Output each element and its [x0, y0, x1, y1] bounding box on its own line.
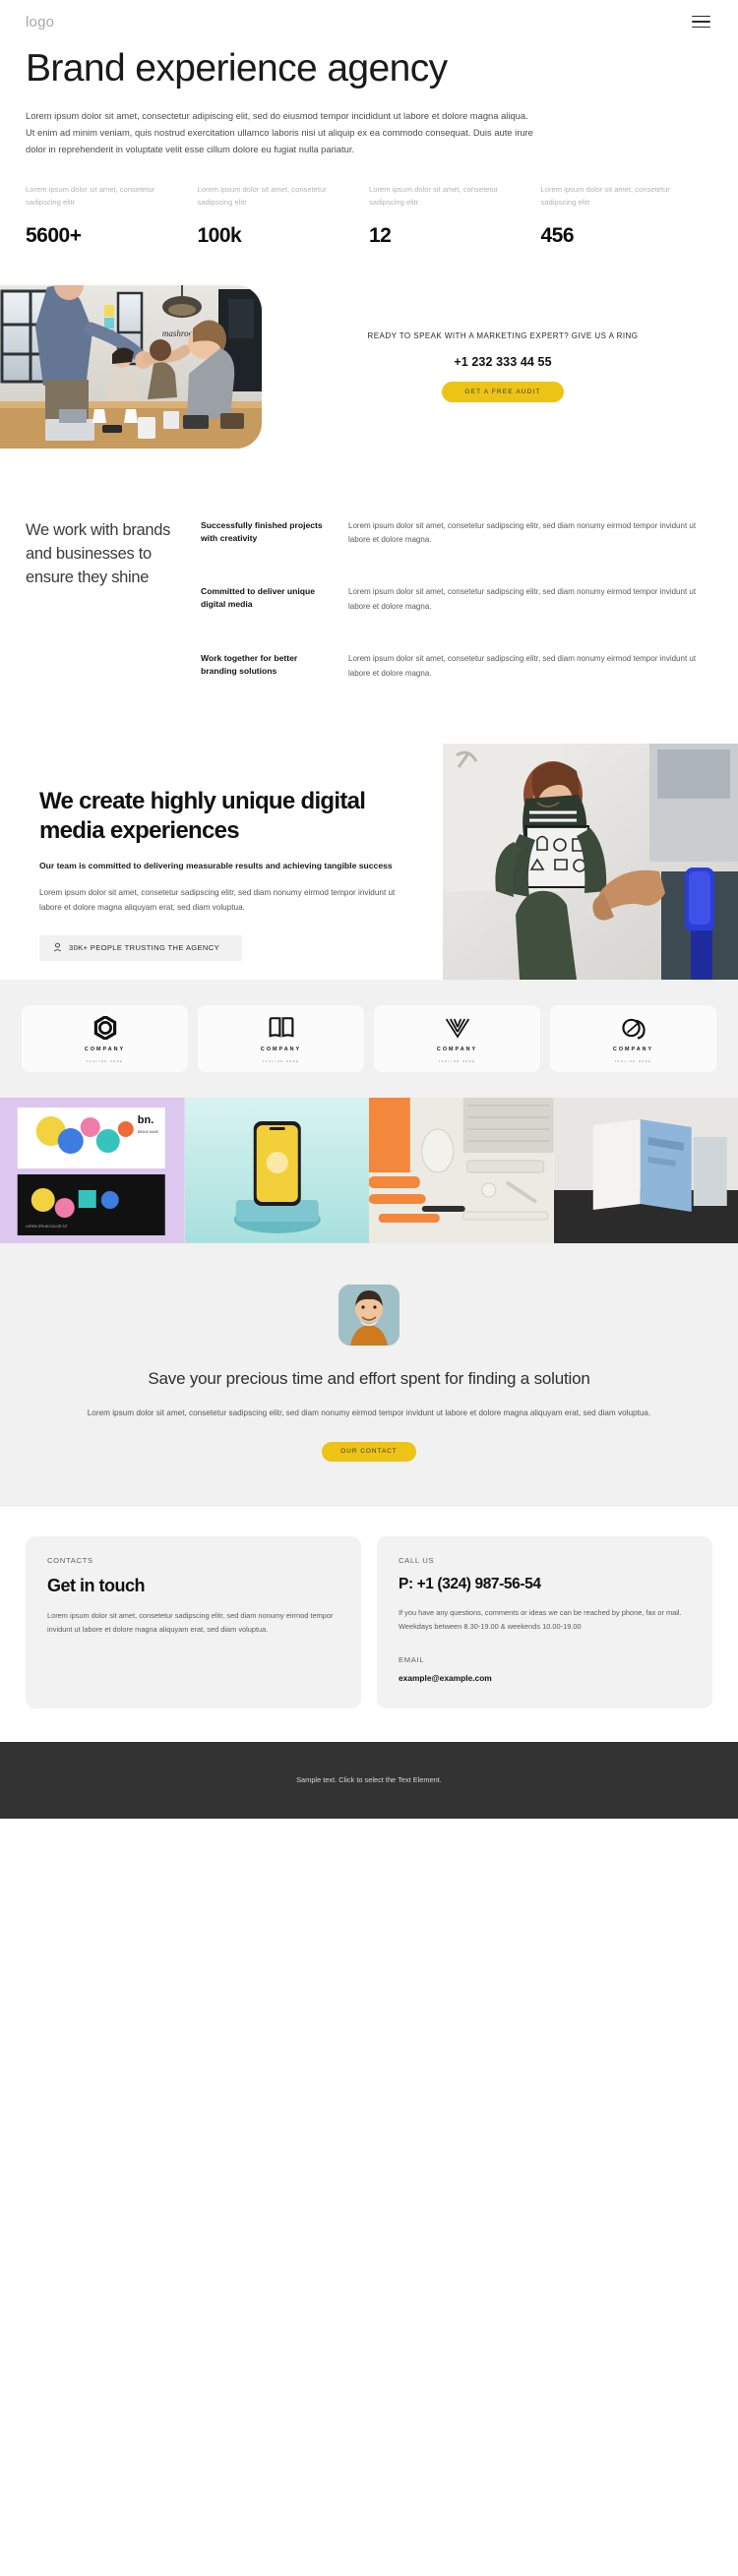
hero-section: Brand experience agency Lorem ipsum dolo… — [0, 43, 738, 158]
partner-logos-strip: COMPANY TAGLINE HERE COMPANY TAGLINE HER… — [0, 980, 738, 1099]
save-heading: Save your precious time and effort spent… — [148, 1369, 590, 1389]
avatar — [338, 1285, 400, 1347]
stats-row: Lorem ipsum dolor sit amet, consetetur s… — [0, 184, 738, 248]
gallery-item-brand-poster[interactable]: bn. BRAND NAME LOREM IPSUM DOLOR SIT — [0, 1098, 185, 1244]
work-with-item-description: Lorem ipsum dolor sit amet, consetetur s… — [348, 653, 697, 678]
save-time-section: Save your precious time and effort spent… — [0, 1243, 738, 1508]
logo-card[interactable]: COMPANY TAGLINE HERE — [22, 1005, 188, 1073]
create-body-text: Lorem ipsum dolor sit amet, consetetur s… — [39, 887, 396, 913]
contacts-body-text: Lorem ipsum dolor sit amet, consetetur s… — [47, 1611, 334, 1634]
stat-value: 456 — [540, 223, 575, 247]
stat-value: 5600+ — [26, 223, 82, 247]
logo[interactable]: logo — [26, 14, 54, 30]
work-with-item-title: Committed to deliver unique digital medi… — [201, 586, 316, 610]
open-book-logo-icon — [269, 1015, 294, 1041]
work-gallery: bn. BRAND NAME LOREM IPSUM DOLOR SIT — [0, 1098, 738, 1244]
contacts-card: CONTACTS Get in touch Lorem ipsum dolor … — [26, 1536, 361, 1708]
create-heading: We create highly unique digital media ex… — [39, 788, 366, 844]
hero-lead-text: Lorem ipsum dolor sit amet, consectetur … — [26, 109, 533, 155]
logo-tagline: TAGLINE HERE — [86, 1058, 124, 1063]
stat-caption: Lorem ipsum dolor sit amet, consetetur s… — [540, 184, 670, 207]
office-meeting-photo: mashroom6 — [0, 284, 262, 449]
work-with-section: We work with brands and businesses to en… — [0, 519, 738, 682]
work-with-item-description: Lorem ipsum dolor sit amet, consetetur s… — [348, 587, 697, 612]
logo-company-name: COMPANY — [436, 1046, 478, 1052]
work-with-item-title: Work together for better branding soluti… — [201, 652, 298, 676]
woman-sketchbook-photo — [443, 744, 738, 981]
logo-company-name: COMPANY — [260, 1046, 302, 1052]
trust-badge[interactable]: 30K+ PEOPLE TRUSTING THE AGENCY — [39, 934, 242, 961]
svg-text:BRAND NAME: BRAND NAME — [138, 1130, 158, 1134]
stat-value: 100k — [197, 223, 242, 247]
logo-company-name: COMPANY — [84, 1046, 126, 1052]
cta-phone-number[interactable]: +1 232 333 44 55 — [301, 355, 705, 369]
work-with-item-description: Lorem ipsum dolor sit amet, consetetur s… — [348, 520, 697, 545]
stat-caption: Lorem ipsum dolor sit amet, consetetur s… — [197, 184, 327, 207]
svg-text:LOREM IPSUM DOLOR SIT: LOREM IPSUM DOLOR SIT — [26, 1225, 68, 1228]
gallery-item-phone-mockup[interactable] — [184, 1098, 369, 1244]
contacts-label: CONTACTS — [47, 1556, 93, 1566]
stat-item: Lorem ipsum dolor sit amet, consetetur s… — [369, 184, 541, 248]
stat-item: Lorem ipsum dolor sit amet, consetetur s… — [198, 184, 370, 248]
svg-text:bn.: bn. — [138, 1114, 154, 1126]
get-in-touch-title: Get in touch — [47, 1576, 146, 1596]
work-with-item: Successfully finished projects with crea… — [201, 519, 712, 549]
email-address[interactable]: example@example.com — [399, 1673, 691, 1683]
get-a-free-audit-button[interactable]: GET A FREE AUDIT — [442, 381, 564, 402]
logo-card[interactable]: COMPANY TAGLINE HERE — [374, 1005, 540, 1073]
create-text-column: We create highly unique digital media ex… — [0, 744, 443, 980]
email-label: EMAIL — [399, 1654, 425, 1664]
overlapping-circles-logo-icon — [621, 1015, 646, 1041]
stat-value: 12 — [369, 223, 392, 247]
footer-bar[interactable]: Sample text. Click to select the Text El… — [0, 1741, 738, 1819]
cta-kicker: READY TO SPEAK WITH A MARKETING EXPERT? … — [367, 331, 639, 341]
logo-tagline: TAGLINE HERE — [614, 1058, 652, 1063]
trust-badge-label: 30K+ PEOPLE TRUSTING THE AGENCY — [69, 943, 219, 953]
contact-section: CONTACTS Get in touch Lorem ipsum dolor … — [0, 1507, 738, 1741]
save-body-text: Lorem ipsum dolor sit amet, consetetur s… — [87, 1408, 651, 1417]
work-with-items: Successfully finished projects with crea… — [195, 519, 712, 682]
stat-item: Lorem ipsum dolor sit amet, consetetur s… — [26, 184, 198, 248]
call-us-phone[interactable]: P: +1 (324) 987-56-54 — [399, 1576, 691, 1593]
logo-card[interactable]: COMPANY TAGLINE HERE — [550, 1005, 716, 1073]
hamburger-menu-icon[interactable] — [692, 15, 710, 29]
work-with-item-title: Successfully finished projects with crea… — [201, 519, 323, 543]
work-with-item: Committed to deliver unique digital medi… — [201, 585, 712, 615]
gallery-item-desk-flatlay[interactable] — [369, 1098, 554, 1244]
work-with-item: Work together for better branding soluti… — [201, 652, 712, 682]
call-us-label: CALL US — [399, 1556, 435, 1566]
stat-caption: Lorem ipsum dolor sit amet, consetetur s… — [369, 184, 499, 207]
logo-tagline: TAGLINE HERE — [262, 1058, 300, 1063]
site-header: logo — [0, 0, 738, 43]
logo-card[interactable]: COMPANY TAGLINE HERE — [198, 1005, 364, 1073]
call-us-card: CALL US P: +1 (324) 987-56-54 If you hav… — [377, 1536, 712, 1708]
cta-block: READY TO SPEAK WITH A MARKETING EXPERT? … — [262, 330, 712, 402]
footer-sample-text: Sample text. Click to select the Text El… — [296, 1775, 442, 1785]
our-contact-button[interactable]: OUR CONTACT — [322, 1442, 416, 1463]
logo-company-name: COMPANY — [612, 1046, 654, 1052]
work-with-heading-column: We work with brands and businesses to en… — [26, 519, 195, 682]
create-section: We create highly unique digital media ex… — [0, 744, 738, 981]
landing-page: logo Brand experience agency Lorem ipsum… — [0, 0, 738, 1819]
call-us-body-text: If you have any questions, comments or i… — [399, 1608, 682, 1631]
crown-lines-logo-icon — [445, 1015, 470, 1041]
person-icon — [53, 942, 62, 954]
stat-caption: Lorem ipsum dolor sit amet, consetetur s… — [26, 184, 155, 207]
gallery-item-card-mockup[interactable] — [553, 1098, 738, 1244]
create-subheading: Our team is committed to delivering meas… — [39, 860, 393, 870]
page-title: Brand experience agency — [26, 47, 448, 90]
hero-feature-row: mashroom6 READY TO SPEAK WITH A MARKETIN… — [0, 284, 738, 449]
stat-item: Lorem ipsum dolor sit amet, consetetur s… — [541, 184, 713, 248]
circle-hexagon-logo-icon — [93, 1015, 117, 1041]
work-with-heading: We work with brands and businesses to en… — [26, 520, 171, 586]
logo-tagline: TAGLINE HERE — [438, 1058, 476, 1063]
